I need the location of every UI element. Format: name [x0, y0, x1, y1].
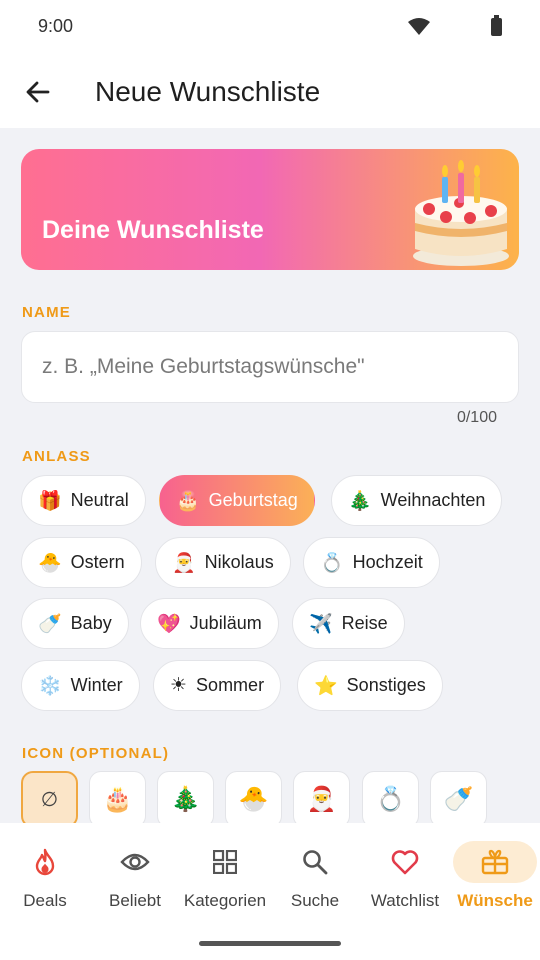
snowflake-icon: ❄️: [38, 675, 62, 697]
nav-label: Wünsche: [457, 891, 533, 910]
gift-icon: 🎁: [38, 490, 62, 512]
chip-label: Nikolaus: [204, 552, 274, 572]
chip-label: Sommer: [196, 675, 265, 695]
chip-weihnachten[interactable]: 🎄 Weihnachten: [331, 475, 503, 526]
icon-option-none[interactable]: ∅: [21, 771, 78, 828]
icon-option-santa[interactable]: 🎅: [293, 771, 350, 828]
chip-label: Sonstiges: [346, 675, 426, 695]
wishlist-banner: Deine Wunschliste: [21, 149, 519, 270]
nav-label: Deals: [23, 891, 67, 910]
ring-icon: 💍: [320, 552, 344, 574]
battery-icon: [491, 15, 502, 36]
nav-wuensche[interactable]: Wünsche: [450, 841, 540, 921]
chip-label: Ostern: [70, 552, 125, 572]
chip-label: Baby: [70, 613, 112, 633]
nav-label: Beliebt: [109, 891, 161, 910]
heart-icon: [391, 850, 419, 875]
chip-ostern[interactable]: 🐣 Ostern: [21, 537, 142, 588]
baby-bottle-icon: 🍼: [38, 613, 62, 635]
nav-icon-wrap: [183, 841, 267, 883]
chip-geburtstag[interactable]: 🎂 Geburtstag: [159, 475, 315, 526]
christmas-tree-icon: 🎄: [348, 490, 372, 512]
nav-kategorien[interactable]: Kategorien: [180, 841, 270, 921]
chip-label: Geburtstag: [208, 490, 298, 510]
nav-label: Suche: [290, 891, 340, 910]
nav-icon-wrap: [273, 841, 357, 883]
home-indicator[interactable]: [199, 941, 341, 946]
chip-neutral[interactable]: 🎁 Neutral: [21, 475, 146, 526]
icon-option-chick[interactable]: 🐣: [225, 771, 282, 828]
chip-label: Hochzeit: [352, 552, 423, 572]
nav-label: Watchlist: [370, 891, 440, 910]
nav-deals[interactable]: Deals: [0, 841, 90, 921]
nav-icon-wrap: [3, 841, 87, 883]
chip-hochzeit[interactable]: 💍 Hochzeit: [303, 537, 440, 588]
icon-option-cake[interactable]: 🎂: [89, 771, 146, 828]
banner-title: Deine Wunschliste: [42, 216, 264, 244]
name-label: NAME: [22, 304, 71, 321]
star-icon: ⭐: [314, 675, 338, 697]
chip-label: Winter: [70, 675, 123, 695]
nav-beliebt[interactable]: Beliebt: [90, 841, 180, 921]
chip-reise[interactable]: ✈️ Reise: [292, 598, 405, 649]
chip-label: Jubiläum: [189, 613, 262, 633]
app-bar: Neue Wunschliste: [0, 56, 540, 128]
icon-section-label: ICON (OPTIONAL): [22, 745, 170, 762]
nav-icon-wrap: [453, 841, 537, 883]
chip-baby[interactable]: 🍼 Baby: [21, 598, 129, 649]
nav-label: Kategorien: [183, 891, 267, 910]
icon-option-bottle[interactable]: 🍼: [430, 771, 487, 828]
status-time: 9:00: [38, 16, 74, 36]
sparkling-heart-icon: 💖: [157, 613, 181, 635]
bottom-navigation: Deals Beliebt Kategorien Suche Watchlist…: [0, 823, 540, 960]
chip-nikolaus[interactable]: 🎅 Nikolaus: [155, 537, 291, 588]
gift-icon: [481, 849, 509, 875]
eye-icon: [120, 853, 150, 871]
chip-label: Weihnachten: [380, 490, 486, 510]
nav-icon-wrap: [93, 841, 177, 883]
birthday-cake-icon: [413, 160, 509, 266]
sun-icon: ☀: [170, 675, 188, 696]
nav-watchlist[interactable]: Watchlist: [360, 841, 450, 921]
chip-jubilaeum[interactable]: 💖 Jubiläum: [140, 598, 279, 649]
wishlist-name-input[interactable]: [21, 331, 519, 403]
flame-icon: [35, 848, 55, 876]
chip-sommer[interactable]: ☀ Sommer: [153, 660, 282, 711]
chick-icon: 🐣: [38, 552, 62, 574]
status-bar: 9:00: [0, 0, 540, 56]
back-arrow-icon[interactable]: [20, 74, 56, 110]
airplane-icon: ✈️: [309, 613, 333, 635]
nav-suche[interactable]: Suche: [270, 841, 360, 921]
grid-icon: [213, 850, 237, 874]
chip-label: Reise: [341, 613, 388, 633]
chip-sonstiges[interactable]: ⭐ Sonstiges: [297, 660, 443, 711]
name-char-counter: 0/100: [456, 409, 497, 426]
nav-icon-wrap: [363, 841, 447, 883]
santa-icon: 🎅: [172, 552, 196, 574]
wifi-icon: [408, 18, 430, 35]
chip-winter[interactable]: ❄️ Winter: [21, 660, 140, 711]
search-icon: [303, 850, 328, 875]
page-title: Neue Wunschliste: [95, 76, 321, 107]
occasion-label: ANLASS: [22, 448, 91, 465]
icon-option-tree[interactable]: 🎄: [157, 771, 214, 828]
icon-option-ring[interactable]: 💍: [362, 771, 419, 828]
cake-icon: 🎂: [176, 490, 200, 512]
chip-label: Neutral: [70, 490, 129, 510]
